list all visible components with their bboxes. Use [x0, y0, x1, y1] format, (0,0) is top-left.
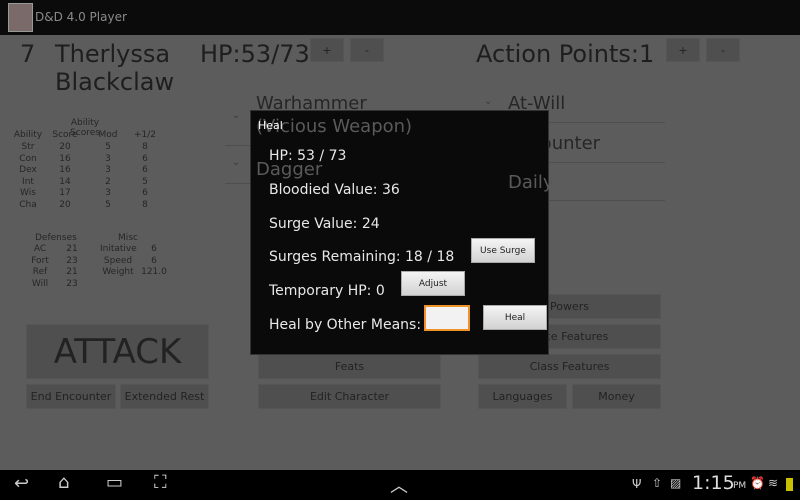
ability-cell: Con: [19, 153, 37, 164]
defense-cell: Fort: [31, 255, 49, 266]
ability-cell: 3: [105, 188, 111, 199]
character-name-line1: Therlyssa: [55, 40, 171, 68]
chevron-down-icon[interactable]: ⌄: [484, 96, 492, 107]
clock-time: 1:15: [692, 472, 735, 494]
misc-title: Misc: [118, 233, 138, 243]
alarm-icon: ⏰: [750, 476, 765, 490]
heal-dialog: Heal HP: 53 / 73 Bloodied Value: 36 Surg…: [250, 110, 549, 355]
ability-cell: 20: [59, 142, 71, 152]
ability-cell: 8: [142, 142, 148, 152]
use-surge-button[interactable]: Use Surge: [471, 238, 535, 263]
clock-ampm: PM: [733, 481, 747, 491]
action-points-display: Action Points:1: [476, 40, 655, 68]
ability-cell: 5: [142, 176, 148, 187]
misc-cell: Initative: [100, 244, 137, 254]
attack-button[interactable]: ATTACK: [26, 324, 209, 379]
defense-cell: Will: [31, 278, 49, 289]
ability-header: Ability: [13, 130, 43, 140]
ability-cell: 20: [59, 200, 71, 210]
surges-remaining: Surges Remaining: 18 / 18: [269, 249, 455, 265]
ability-cell: 5: [105, 142, 111, 152]
ability-cell: 16: [59, 153, 71, 164]
image-icon: ▨: [670, 476, 682, 490]
chevron-up-icon[interactable]: ︿: [390, 472, 408, 498]
back-icon[interactable]: ↩: [14, 473, 29, 494]
ability-cell: 17: [59, 188, 71, 199]
ability-cell: Cha: [19, 200, 37, 210]
recent-apps-icon[interactable]: ▭: [106, 472, 123, 493]
misc-cell: 6: [151, 255, 157, 266]
ability-cell: 2: [105, 176, 111, 187]
defense-cell: AC: [33, 244, 47, 254]
defense-cell: 23: [66, 255, 78, 266]
defense-cell: 23: [66, 278, 78, 289]
ability-header: +1/2: [133, 130, 157, 140]
hp-minus-button[interactable]: -: [350, 38, 384, 62]
money-button[interactable]: Money: [572, 384, 661, 409]
chevron-down-icon[interactable]: ⌄: [232, 157, 240, 168]
character-name-line2: Blackclaw: [55, 68, 175, 96]
bloodied-value: Bloodied Value: 36: [269, 182, 400, 198]
languages-button[interactable]: Languages: [478, 384, 567, 409]
title-bar: D&D 4.0 Player: [0, 0, 800, 35]
dialog-hp: HP: 53 / 73: [269, 148, 347, 164]
app-logo-icon: [8, 3, 33, 32]
app-title: D&D 4.0 Player: [35, 10, 127, 24]
upload-icon: ⇧: [652, 476, 663, 490]
edit-character-button[interactable]: Edit Character: [258, 384, 441, 409]
misc-cell: 6: [151, 244, 157, 254]
ability-cell: 6: [142, 153, 148, 164]
wifi-icon: ≋: [768, 476, 779, 490]
end-encounter-button[interactable]: End Encounter: [26, 384, 116, 409]
home-icon[interactable]: ⌂: [58, 472, 69, 493]
class-features-button[interactable]: Class Features: [478, 354, 661, 379]
defense-cell: Ref: [32, 267, 48, 278]
adjust-button[interactable]: Adjust: [401, 271, 465, 296]
ability-cell: 14: [59, 176, 71, 187]
ability-cell: 16: [59, 165, 71, 176]
ability-cell: Dex: [19, 165, 37, 176]
ability-cell: 3: [105, 153, 111, 164]
heal-amount-input[interactable]: [424, 305, 470, 331]
ability-cell: Str: [21, 142, 35, 152]
ability-header: Score: [52, 130, 78, 140]
system-nav-bar: ↩ ⌂ ▭ ⛶ ︿ Ψ ⇧ ▨ 1:15 PM ⏰ ≋: [0, 470, 800, 500]
usb-icon: Ψ: [632, 477, 642, 491]
feats-button[interactable]: Feats: [258, 354, 441, 379]
defenses-title: Defenses: [35, 233, 77, 243]
ability-cell: 6: [142, 165, 148, 176]
extended-rest-button[interactable]: Extended Rest: [120, 384, 209, 409]
screenshot-icon[interactable]: ⛶: [154, 472, 167, 493]
heal-other-label: Heal by Other Means:: [269, 317, 422, 333]
surge-value: Surge Value: 24: [269, 216, 380, 232]
ability-cell: 6: [142, 188, 148, 199]
character-level: 7: [20, 40, 36, 68]
misc-cell: Weight: [102, 267, 134, 278]
misc-cell: Speed: [103, 255, 133, 266]
misc-cell: 121.0: [141, 267, 167, 278]
battery-icon: [786, 478, 793, 491]
defense-cell: 21: [66, 244, 78, 254]
ability-cell: Int: [22, 176, 34, 187]
ability-cell: 8: [142, 200, 148, 210]
defense-cell: 21: [66, 267, 78, 278]
hp-plus-button[interactable]: +: [310, 38, 344, 62]
ability-header: Mod: [98, 130, 118, 140]
ability-cell: Wis: [20, 188, 36, 199]
ability-cell: 3: [105, 165, 111, 176]
ap-minus-button[interactable]: -: [706, 38, 740, 62]
ap-plus-button[interactable]: +: [666, 38, 700, 62]
dialog-title: Heal: [258, 119, 283, 132]
hp-display: HP:53/73: [200, 40, 310, 68]
heal-button[interactable]: Heal: [483, 305, 547, 330]
temporary-hp: Temporary HP: 0: [269, 283, 385, 299]
chevron-down-icon[interactable]: ⌄: [232, 110, 240, 121]
ability-cell: 5: [105, 200, 111, 210]
